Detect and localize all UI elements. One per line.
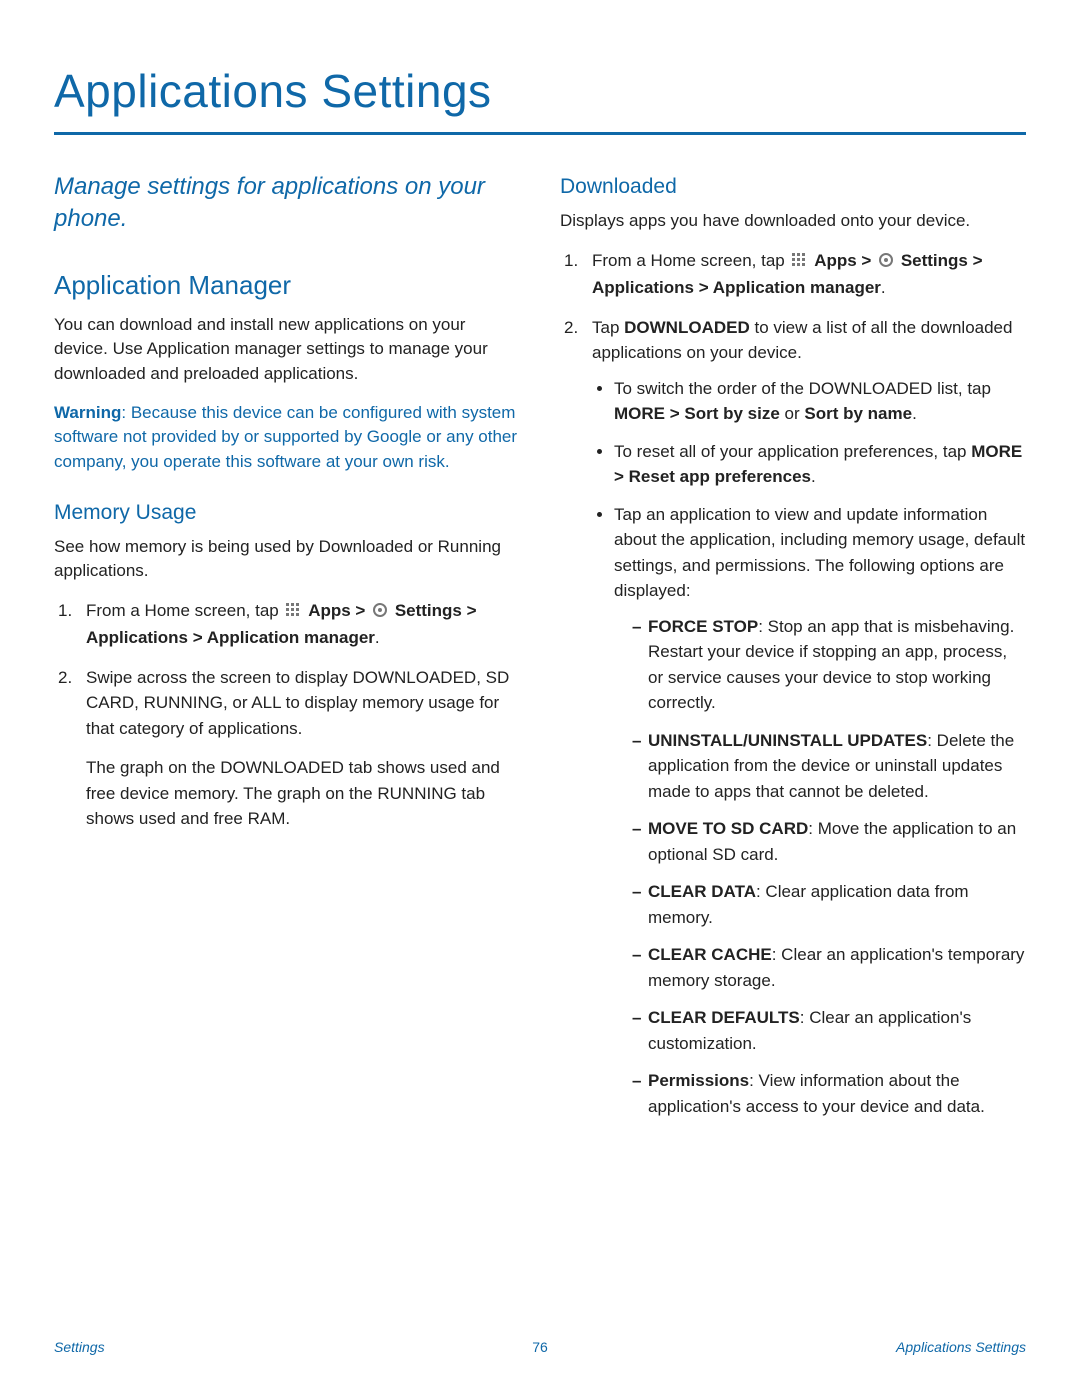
dl-apps-label: Apps [814, 251, 857, 270]
footer-right: Applications Settings [896, 1339, 1026, 1355]
step-2: Swipe across the screen to display DOWNL… [54, 665, 520, 832]
warning-body: : Because this device can be configured … [54, 403, 517, 471]
sep2: > [462, 601, 477, 620]
dl-appmanager-label: Application manager [713, 278, 881, 297]
apps-grid-icon [285, 600, 301, 626]
dl-period1: . [881, 278, 886, 297]
clearcache-label: CLEAR CACHE [648, 945, 772, 964]
cleardef-label: CLEAR DEFAULTS [648, 1008, 800, 1027]
page-number: 76 [532, 1339, 548, 1355]
dl-settings-label: Settings [901, 251, 968, 270]
document-page: Applications Settings Manage settings fo… [0, 0, 1080, 1133]
subsection-memory-usage: Memory Usage [54, 501, 520, 525]
step2-swipe-text: Swipe across the screen to display DOWNL… [86, 668, 509, 738]
options-list: FORCE STOP: Stop an app that is misbehav… [614, 614, 1026, 1120]
sep3: > [188, 628, 207, 647]
opt-move-sd: MOVE TO SD CARD: Move the application to… [632, 816, 1026, 867]
bullet-tap-app: Tap an application to view and update in… [614, 502, 1026, 1120]
perm-label: Permissions [648, 1071, 749, 1090]
dl-step1-pretext: From a Home screen, tap [592, 251, 789, 270]
gear-icon [878, 250, 894, 276]
or-text: or [780, 404, 805, 423]
dl-applications-label: Applications [592, 278, 694, 297]
section-application-manager: Application Manager [54, 270, 520, 301]
bullet-tap-app-text: Tap an application to view and update in… [614, 505, 1025, 601]
bullet-switch-a: To switch the order of the DOWNLOADED li… [614, 379, 991, 398]
sort-by-name: Sort by name [804, 404, 912, 423]
intro-text: Manage settings for applications on your… [54, 171, 520, 236]
warning-paragraph: Warning: Because this device can be conf… [54, 401, 520, 475]
subsection-downloaded: Downloaded [560, 175, 1026, 199]
uninstall-label: UNINSTALL/UNINSTALL UPDATES [648, 731, 927, 750]
opt-clear-data: CLEAR DATA: Clear application data from … [632, 879, 1026, 930]
memory-steps-list: From a Home screen, tap Apps > Settings … [54, 598, 520, 832]
bullet-reset-a: To reset all of your application prefere… [614, 442, 971, 461]
memory-usage-intro: See how memory is being used by Download… [54, 535, 520, 584]
downloaded-bold: DOWNLOADED [624, 318, 750, 337]
bullet-reset-period: . [811, 467, 816, 486]
dl-step-1: From a Home screen, tap Apps > Settings … [560, 248, 1026, 301]
bullet-reset: To reset all of your application prefere… [614, 439, 1026, 490]
step1-pretext: From a Home screen, tap [86, 601, 283, 620]
two-column-layout: Manage settings for applications on your… [54, 171, 1026, 1133]
bullet-switch: To switch the order of the DOWNLOADED li… [614, 376, 1026, 427]
opt-force-stop: FORCE STOP: Stop an app that is misbehav… [632, 614, 1026, 716]
title-rule [54, 132, 1026, 135]
step-1: From a Home screen, tap Apps > Settings … [54, 598, 520, 651]
dl-sep1: > [857, 251, 876, 270]
right-column: Downloaded Displays apps you have downlo… [560, 171, 1026, 1133]
apps-grid-icon [791, 250, 807, 276]
page-footer: Settings 76 Applications Settings [54, 1339, 1026, 1355]
cleardata-label: CLEAR DATA [648, 882, 756, 901]
opt-clear-defaults: CLEAR DEFAULTS: Clear an application's c… [632, 1005, 1026, 1056]
downloaded-intro: Displays apps you have downloaded onto y… [560, 209, 1026, 234]
left-column: Manage settings for applications on your… [54, 171, 520, 1133]
appmanager-label: Application manager [207, 628, 375, 647]
dl-sep3: > [694, 278, 713, 297]
settings-label: Settings [395, 601, 462, 620]
opt-clear-cache: CLEAR CACHE: Clear an application's temp… [632, 942, 1026, 993]
appmanager-description: You can download and install new applica… [54, 313, 520, 387]
warning-label: Warning [54, 403, 121, 422]
bullet-switch-period: . [912, 404, 917, 423]
move-label: MOVE TO SD CARD [648, 819, 808, 838]
opt-uninstall: UNINSTALL/UNINSTALL UPDATES: Delete the … [632, 728, 1026, 805]
applications-label: Applications [86, 628, 188, 647]
sep1: > [351, 601, 370, 620]
step2-graph-text: The graph on the DOWNLOADED tab shows us… [86, 755, 520, 832]
dl-step-2: Tap DOWNLOADED to view a list of all the… [560, 315, 1026, 1120]
more-sort-size: MORE > Sort by size [614, 404, 780, 423]
dl-sep2: > [968, 251, 983, 270]
gear-icon [372, 600, 388, 626]
dl-bullets: To switch the order of the DOWNLOADED li… [592, 376, 1026, 1120]
apps-label: Apps [308, 601, 351, 620]
dl-step2-pre: Tap [592, 318, 624, 337]
page-title: Applications Settings [54, 64, 1026, 118]
force-stop-label: FORCE STOP [648, 617, 758, 636]
opt-permissions: Permissions: View information about the … [632, 1068, 1026, 1119]
downloaded-steps-list: From a Home screen, tap Apps > Settings … [560, 248, 1026, 1120]
period1: . [375, 628, 380, 647]
footer-left: Settings [54, 1339, 105, 1355]
